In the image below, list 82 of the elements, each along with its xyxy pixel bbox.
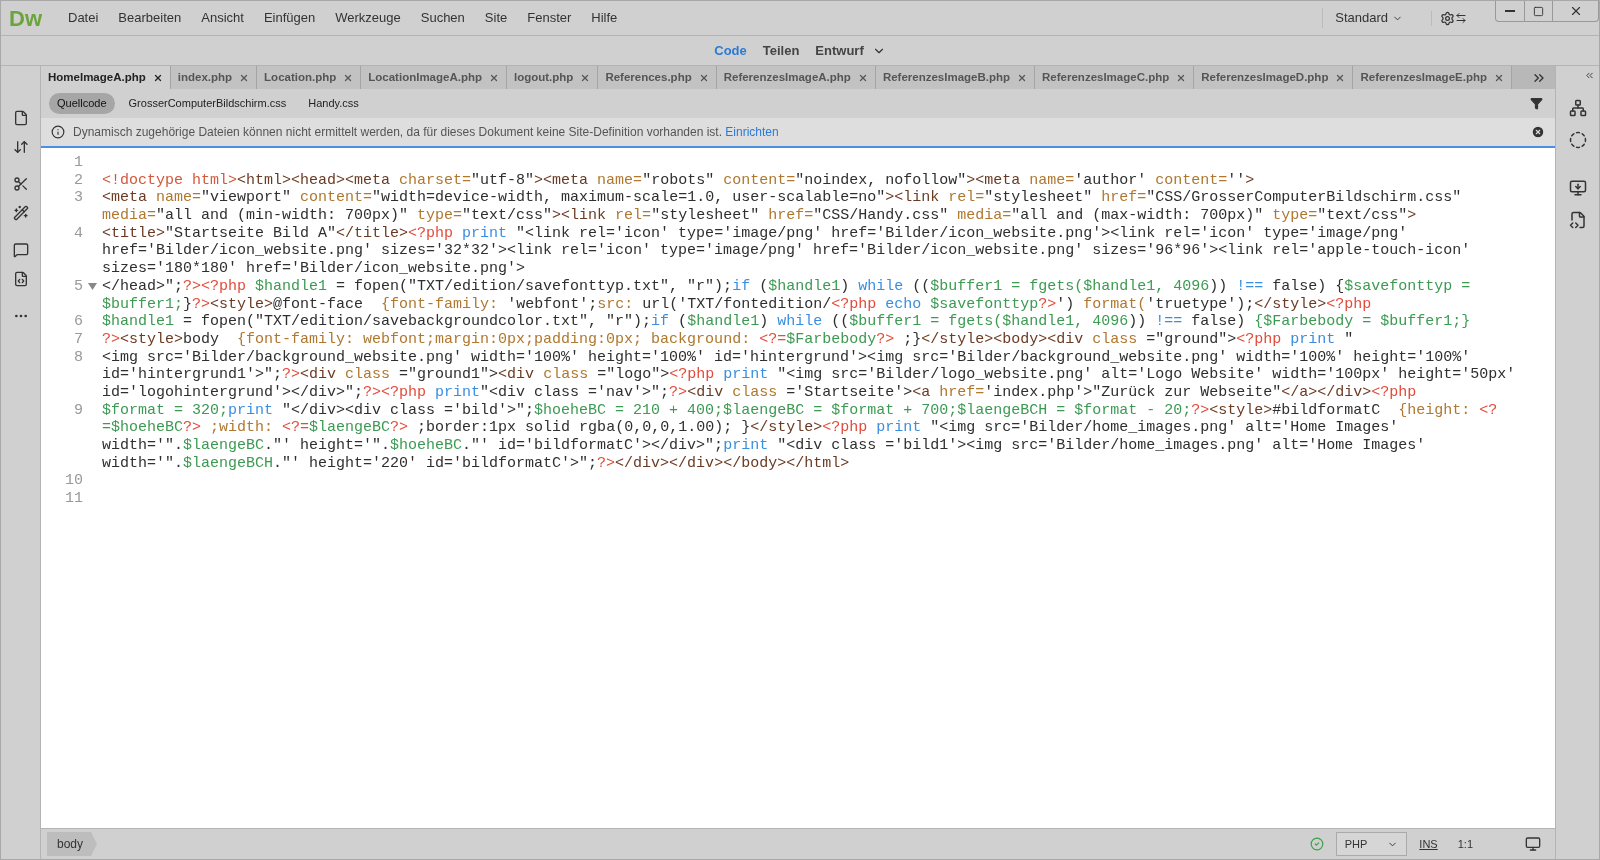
code-file-icon[interactable] [1568, 211, 1587, 229]
line-number: 5 [74, 277, 83, 295]
gear-icon [1440, 10, 1455, 26]
document-tab[interactable]: logout.php [507, 66, 599, 89]
menu-item[interactable]: Bearbeiten [108, 8, 192, 28]
menu-item[interactable]: Fenster [517, 8, 582, 28]
sort-arrows-icon[interactable] [12, 139, 29, 155]
menu-item[interactable]: Hilfe [581, 8, 628, 28]
document-tab[interactable]: ReferenzesImageD.php [1194, 66, 1354, 89]
document-tab[interactable]: ReferenzesImageB.php [875, 66, 1036, 89]
related-file-tab[interactable]: Handy.css [300, 93, 367, 114]
wand-icon[interactable] [12, 205, 29, 221]
code-line: width='".$laengeBCH."' height='220' id='bildformatC'>";?></div></div></body></html> [102, 454, 850, 473]
line-number: 2 [74, 171, 83, 189]
code-line: id='hintergrund1'>";?><div class ="ground1"><div class ="logo"><?php print "<img src='Bilder/logo_website.png' alt='Logo Website' width='100px' height='50px' [102, 366, 1516, 384]
document-tab[interactable]: References.php [598, 66, 717, 89]
document-icon[interactable] [12, 110, 29, 126]
menu-item[interactable]: Datei [58, 8, 109, 28]
line-number: 11 [65, 490, 83, 508]
menu-item[interactable]: Werkzeuge [325, 8, 411, 28]
cursor-position: 1:1 [1457, 836, 1473, 852]
sitemap-icon[interactable] [1568, 99, 1587, 117]
check-icon [1309, 837, 1324, 851]
filter-icon[interactable] [1530, 97, 1543, 110]
menu-item[interactable]: Ansicht [191, 8, 254, 28]
code-line: <meta name="viewport" content="width=device-width, maximum-scale=1.0, user-scalable=no"><link rel="stylesheet" href="CSS/GrosserComputerBildschirm.css" [102, 189, 1462, 208]
collapse-icon[interactable] [1584, 70, 1595, 81]
code-line: media="all and (min-width: 700px)" type="text/css"><link rel="stylesheet" href="CSS/Handy.css" media="all and (max-width: 700px)" type="text/css"> [102, 207, 1417, 225]
sync-arrows-icon [1455, 12, 1467, 24]
menu-item[interactable]: Suchen [410, 8, 475, 28]
code-line: </head>";?><?php $handle1 = fopen("TXT/edition/savefonttyp.txt", "r");if ($handle1) while (($buffer1 = fgets($handle1, 4096)) !== false) {$savefonttyp = [102, 277, 1471, 296]
related-file-tab[interactable]: GrosserComputerBildschirm.css [120, 93, 295, 114]
view-tab[interactable]: Entwurf [815, 40, 864, 61]
code-line: ?><style>body {font-family: webfont;margin:0px;padding:0px; background: <?=$Farbebody?> ;}</style><body><div class ="ground"><?php print " [102, 330, 1354, 349]
minimize-icon [1505, 10, 1515, 12]
code-line: <title>"Startseite Bild A"</title><?php print "<link rel='icon' type='image/png' href='Bilder/icon_website.png'><link rel='icon' type='image/png' [102, 224, 1408, 243]
line-number: 10 [65, 472, 83, 490]
code-line: id='logohintergrund'></div>";?><?php print"<div class ='nav'>";?><div class ='Startseite'><a href='index.php'>"Zurück zur Webseite"</a></div><?php [102, 383, 1417, 402]
info-message: Dynamisch zugehörige Dateien können nicht ermittelt werden, da für dieses Dokument keine Site-Definition vorhanden ist. [73, 125, 722, 139]
line-number: 4 [74, 224, 83, 242]
window-size-icon[interactable] [1525, 836, 1541, 852]
related-file-tab[interactable]: Quellcode [49, 93, 115, 114]
app-logo: Dw [9, 4, 42, 33]
language-dropdown[interactable]: PHP [1335, 831, 1408, 857]
document-tab[interactable]: Location.php [257, 66, 362, 89]
info-icon [51, 125, 65, 139]
line-number: 1 [74, 154, 83, 171]
comment-icon[interactable] [12, 242, 29, 258]
line-number: 6 [74, 313, 83, 331]
line-number: 7 [74, 330, 83, 348]
close-tab-icon[interactable] [152, 72, 163, 83]
maximize-icon [1533, 5, 1544, 17]
code-editor[interactable] [41, 148, 1555, 828]
close-icon[interactable] [1531, 125, 1545, 139]
document-tab[interactable]: ReferenzesImageA.php [716, 66, 876, 89]
menu-item[interactable]: Einfügen [253, 8, 326, 28]
code-line: <img src='Bilder/background_website.png' width='100%' height='100%' id='hintergrund'><img src='Bilder/background_website.png' width='100%' height='100%' [102, 348, 1471, 367]
insert-panel-icon[interactable] [1568, 179, 1587, 197]
code-line: sizes='180*180' href='Bilder/icon_website.png'> [102, 260, 526, 278]
document-tab[interactable]: LocationImageA.php [361, 66, 507, 89]
fold-triangle-icon[interactable] [88, 283, 97, 291]
code-line: href='Bilder/icon_website.png' sizes='32*32'><link rel='icon' type='image/png' href='Bilder/icon_website.png' sizes='96*96'><link rel='apple-touch-icon' [102, 242, 1471, 261]
workspace-dropdown[interactable]: Standard [1322, 8, 1415, 28]
code-line: =$hoeheBC?> ;width: <?=$laengeBC?> ;border:1px solid rgba(0,0,0,1.00); }</style><?php print "<img src='Bilder/home_images.png' alt='Home Images' [102, 419, 1399, 437]
view-tab[interactable]: Teilen [762, 40, 800, 61]
document-tab[interactable]: ReferenzesImageC.php [1035, 66, 1195, 89]
code-line: $format = 320;print "</div><div class ='bild'>";$hoeheBC = 210 + 400;$laengeBC = $format + 700;$laengeBCH = $format - 20;?><style>#bildformatC {height: <? [102, 401, 1498, 420]
code-file-icon[interactable] [12, 271, 29, 287]
line-number: 8 [74, 348, 83, 366]
document-tab[interactable]: index.php [170, 66, 258, 89]
tag-selector[interactable]: body [47, 832, 98, 856]
line-number: 3 [74, 189, 83, 207]
line-number: 9 [74, 401, 83, 419]
code-line: <!doctype html><html><head><meta charset="utf-8"><meta name="robots" content="noindex, nofollow"><meta name='author' content=''> [102, 171, 1255, 190]
scissors-icon[interactable] [12, 176, 29, 192]
document-tab[interactable]: HomeImageA.php [41, 66, 171, 89]
insert-mode[interactable]: INS [1419, 835, 1438, 853]
code-line: $handle1 = fopen("TXT/edition/savebackgroundcolor.txt", "r");if ($handle1) while (($buffer1 = fgets($handle1, 4096)) !== false) {$Farbebody = $buffer1;} [102, 313, 1471, 331]
document-tab[interactable]: ReferenzesImageE.php [1353, 66, 1512, 89]
menu-item[interactable]: Site [474, 8, 518, 28]
code-line: width='".$laengeBC."' height='".$hoeheBC."' id='bildformatC'></div>";print "<div class ='bild1'><img src='Bilder/home_images.png' alt='Home Images' [102, 437, 1426, 455]
code-line: $buffer1;}?><style>@font-face {font-family: 'webfont';src: url('TXT/fontedition/<?php echo $savefonttyp?>') format('truetype');</style><?php [102, 295, 1372, 314]
